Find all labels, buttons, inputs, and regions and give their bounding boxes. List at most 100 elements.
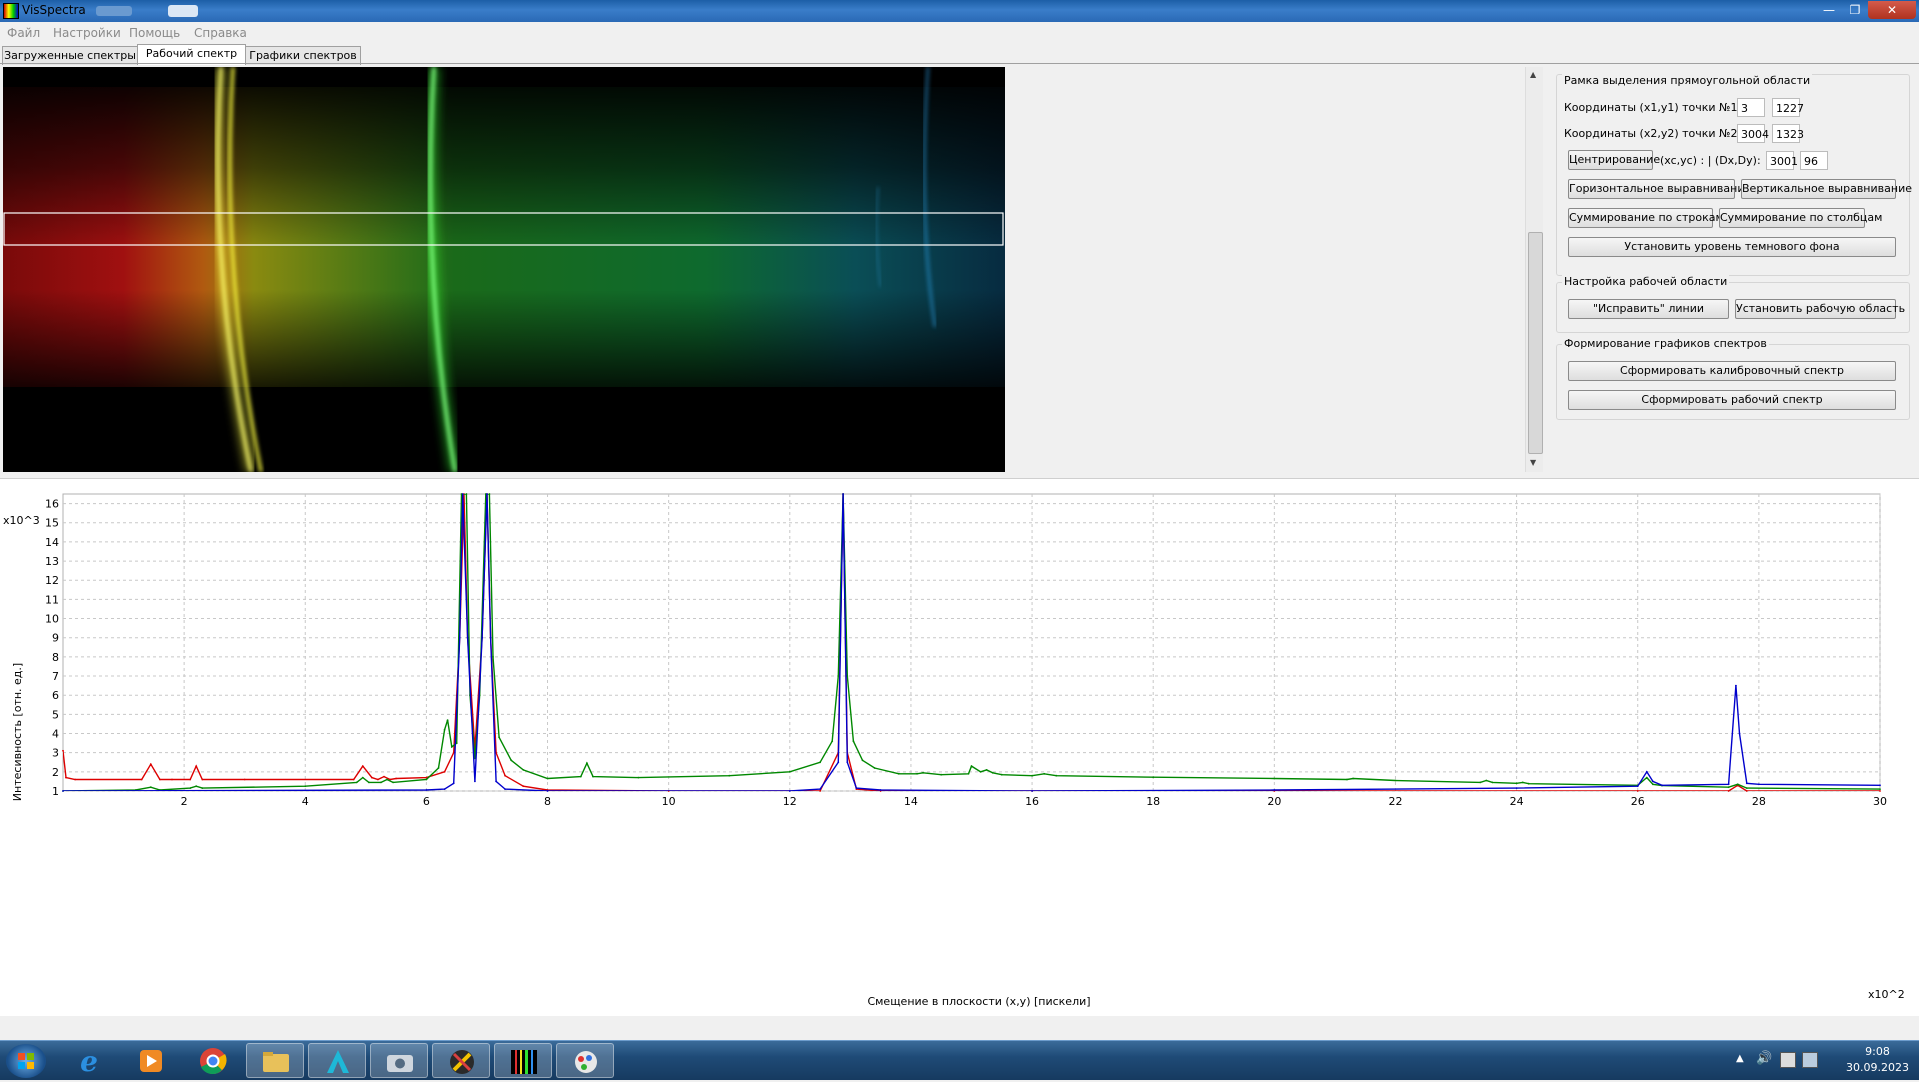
series-point	[1031, 774, 1033, 777]
series-point	[474, 780, 476, 783]
series-point	[1273, 789, 1276, 791]
menu-settings[interactable]: Настройки	[53, 26, 121, 40]
dark-level-button[interactable]: Установить уровень темнового фона	[1568, 237, 1896, 257]
series-point	[1745, 782, 1748, 785]
camera-icon[interactable]	[370, 1043, 428, 1078]
series-point	[873, 767, 876, 769]
series-point	[504, 788, 506, 790]
series-point	[1515, 782, 1518, 785]
window-title: VisSpectra	[22, 3, 86, 17]
title-decoration	[168, 5, 198, 17]
media-player-icon[interactable]	[122, 1043, 180, 1078]
center-button[interactable]: Центрирование	[1568, 150, 1660, 170]
series-point	[377, 778, 379, 781]
y-tick-label: 1	[52, 785, 59, 798]
series-point	[159, 778, 161, 781]
series-point	[452, 782, 455, 785]
series-point	[1394, 779, 1397, 782]
tool-icon[interactable]	[432, 1043, 490, 1078]
series-point	[489, 636, 492, 639]
menu-help[interactable]: Помощь	[129, 26, 180, 40]
scroll-up-icon[interactable]: ▲	[1530, 70, 1536, 79]
set-work-area-button[interactable]: Установить рабочую область	[1735, 299, 1905, 319]
point1-label: Координаты (x1,y1) точки №1 :	[1564, 101, 1745, 114]
vertical-align-button[interactable]: Вертикальное выравнивание	[1741, 179, 1912, 199]
series-point	[352, 778, 355, 781]
series-point	[1879, 788, 1881, 790]
y-tick-label: 5	[52, 708, 59, 721]
series-point	[837, 761, 840, 764]
series-point	[495, 780, 497, 783]
series-point	[861, 759, 864, 762]
spectrum-chart[interactable]: 2 4 6 8 10 12 14 16 18 20 22 24 26 28 30 1 2 3 4 5 6 7 8 9 10 11 1…	[0, 478, 1919, 1016]
flag-icon[interactable]	[1780, 1052, 1796, 1068]
visspectra-icon[interactable]	[494, 1043, 552, 1078]
tab-working-spectrum[interactable]: Рабочий спектр	[137, 44, 246, 65]
series-point	[446, 719, 449, 721]
minimize-icon[interactable]: —	[1818, 1, 1840, 19]
series-point	[189, 778, 192, 781]
chrome-icon[interactable]	[184, 1043, 242, 1078]
sum-columns-button[interactable]: Суммирование по столбцам	[1719, 208, 1882, 228]
menu-file[interactable]: Файл	[7, 26, 40, 40]
series-point	[1745, 790, 1748, 792]
series-point	[355, 781, 358, 784]
y1-input[interactable]: 1227	[1772, 98, 1804, 117]
series-point	[546, 790, 549, 792]
dy-input[interactable]: 96	[1800, 151, 1828, 170]
restore-icon[interactable]: ❐	[1844, 1, 1866, 19]
y-axis-label: Интесивность [отн. ед.]	[11, 663, 24, 801]
tray-clock[interactable]: 9:08 30.09.2023	[1846, 1044, 1909, 1076]
series-point	[195, 765, 198, 767]
y-tick-label: 10	[45, 613, 59, 626]
x-tick-label: 28	[1752, 795, 1766, 808]
horizontal-align-button[interactable]: Горизонтальное выравнивание	[1568, 179, 1751, 199]
fix-lines-button[interactable]: "Исправить" линии	[1568, 299, 1729, 319]
menu-reference[interactable]: Справка	[194, 26, 247, 40]
ie-icon[interactable]: e	[60, 1043, 118, 1078]
series-point	[498, 736, 500, 739]
spectrum-image[interactable]	[3, 67, 1005, 472]
series-point	[592, 775, 594, 778]
series-point	[361, 765, 364, 767]
x1-input[interactable]: 3	[1737, 98, 1765, 117]
x-tick-label: 18	[1146, 795, 1160, 808]
series-point	[1727, 783, 1730, 786]
series-point	[940, 773, 943, 776]
series-line-1	[63, 494, 1880, 791]
y-tick-label: 6	[52, 689, 59, 702]
x2-input[interactable]: 3004	[1737, 124, 1769, 143]
chart-canvas[interactable]: 2 4 6 8 10 12 14 16 18 20 22 24 26 28 3012345678910111…	[0, 479, 1919, 1016]
tray-expand-icon[interactable]: ▲	[1736, 1053, 1744, 1064]
network-icon[interactable]	[1802, 1052, 1818, 1068]
series-point	[74, 778, 76, 781]
x-tick-label: 12	[783, 795, 797, 808]
series-point	[1152, 776, 1155, 779]
image-scrollbar[interactable]: ▲ ▼	[1525, 67, 1543, 472]
series-point	[1879, 790, 1881, 792]
scroll-down-icon[interactable]: ▼	[1530, 458, 1536, 467]
series-point	[458, 636, 461, 639]
volume-icon[interactable]: 🔊	[1756, 1051, 1772, 1066]
calibration-spectrum-button[interactable]: Сформировать калибровочный спектр	[1568, 361, 1896, 381]
y2-input[interactable]: 1323	[1772, 124, 1804, 143]
series-point	[1727, 786, 1730, 789]
series-point	[504, 774, 506, 777]
series-point	[1000, 773, 1003, 776]
explorer-icon[interactable]	[246, 1043, 304, 1078]
sum-rows-button[interactable]: Суммирование по строкам	[1568, 208, 1724, 228]
series-point	[852, 740, 855, 743]
autodesk-icon[interactable]	[308, 1043, 366, 1078]
x-tick-label: 22	[1388, 795, 1402, 808]
series-point	[386, 778, 388, 781]
scroll-thumb[interactable]	[1528, 232, 1543, 454]
series-point	[879, 789, 882, 791]
series-point	[243, 778, 246, 781]
series-point	[922, 771, 924, 774]
working-spectrum-button[interactable]: Сформировать рабочий спектр	[1568, 390, 1896, 410]
dx-input[interactable]: 3001	[1766, 151, 1798, 170]
paint-icon[interactable]	[556, 1043, 614, 1078]
close-icon[interactable]: ✕	[1868, 1, 1916, 19]
start-button[interactable]	[6, 1044, 46, 1078]
series-point	[425, 789, 428, 791]
